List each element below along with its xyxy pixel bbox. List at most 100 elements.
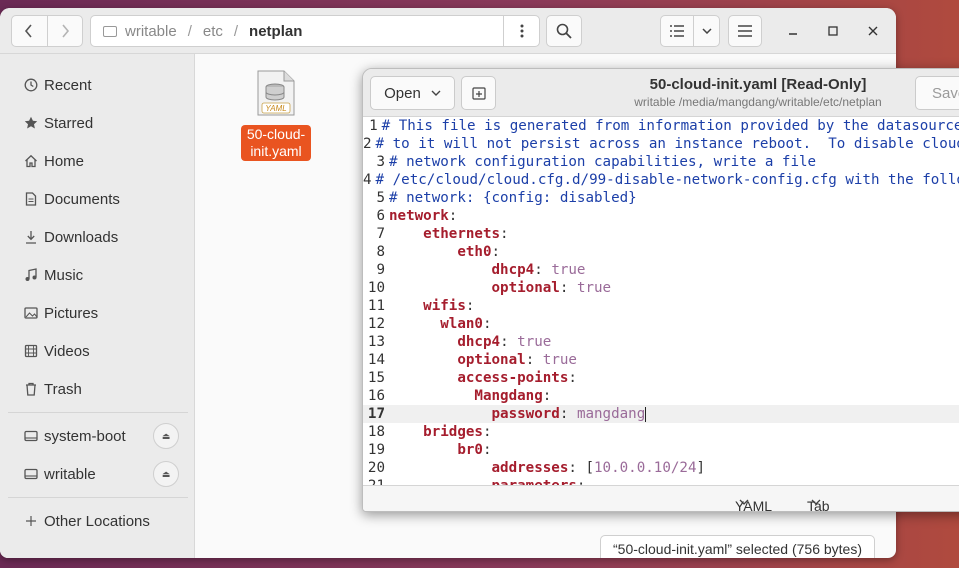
code-line[interactable]: 6 network: [363,207,959,225]
line-text: wifis: [389,297,474,315]
main-menu-button[interactable] [728,15,762,47]
sidebar-item-writable[interactable]: writable ⏏ [0,458,195,490]
code-line[interactable]: 15 access-points: [363,369,959,387]
punctuation-token: : [482,424,492,440]
code-line[interactable]: 11 wifis: [363,297,959,315]
hamburger-icon [738,25,752,37]
save-button-label: Save [932,84,959,102]
sidebar-item-trash[interactable]: Trash [0,373,195,405]
punctuation-token: : [568,370,577,386]
view-options-button[interactable] [693,16,719,46]
line-number: 4 [363,172,372,188]
sidebar-item-home[interactable]: Home [0,145,195,177]
sidebar-item-pictures[interactable]: Pictures [0,297,195,329]
maximize-icon [828,26,838,36]
view-toggle-group [660,15,720,47]
code-line[interactable]: 21 parameters: [363,477,959,485]
key-token: access-points [457,370,569,386]
maximize-button[interactable] [823,21,843,41]
code-line[interactable]: 12 wlan0: [363,315,959,333]
sidebar-item-documents[interactable]: Documents [0,183,195,215]
sidebar-divider [8,412,188,413]
close-button[interactable] [863,21,883,41]
search-button[interactable] [546,15,582,47]
sidebar-item-recent[interactable]: Recent [0,69,195,101]
eject-button[interactable]: ⏏ [153,461,179,487]
code-line[interactable]: 18 bridges: [363,423,959,441]
sidebar-item-other-locations[interactable]: Other Locations [0,505,195,537]
code-line[interactable]: 17 password: mangdang [363,405,959,423]
code-line[interactable]: 19 br0: [363,441,959,459]
code-line[interactable]: 4 # /etc/cloud/cloud.cfg.d/99-disable-net… [363,171,959,189]
code-line[interactable]: 10 optional: true [363,279,959,297]
line-number: 12 [367,316,385,332]
tab-width-selector[interactable]: Tab Width: 8 [807,492,830,511]
sidebar-item-music[interactable]: Music [0,259,195,291]
download-icon [18,230,44,244]
drive-icon [18,429,44,443]
eject-button[interactable]: ⏏ [153,423,179,449]
punctuation-token: : [542,388,552,404]
line-number: 11 [367,298,385,314]
vertical-dots-icon [520,24,523,38]
line-text: # This file is generated from informatio… [382,117,959,135]
editor-status-bar: YAML Tab Width: 8 [363,485,959,511]
save-button[interactable]: Save [915,76,959,110]
value-token: true [542,352,577,368]
path-segment-netplan[interactable]: netplan [249,23,302,40]
sidebar-item-label: Pictures [44,304,99,322]
comment-token: # to it will not persist across an insta… [375,136,959,152]
code-line[interactable]: 20 addresses: [10.0.0.10/24] [363,459,959,477]
code-line[interactable]: 8 eth0: [363,243,959,261]
line-text: Mangdang: [389,387,551,405]
line-text: dhcp4: true [389,261,586,279]
comment-token: # network: {config: disabled} [389,190,637,206]
open-button-label: Open [384,84,421,102]
chevron-down-icon [701,28,712,34]
sidebar-item-downloads[interactable]: Downloads [0,221,195,253]
new-tab-button[interactable] [461,76,496,110]
code-line[interactable]: 1 # This file is generated from informati… [363,117,959,135]
close-icon [868,26,878,36]
code-line[interactable]: 9 dhcp4: true [363,261,959,279]
code-line[interactable]: 16 Mangdang: [363,387,959,405]
file-item[interactable]: YAML 50-cloud-init.yaml [241,70,311,161]
code-line[interactable]: 13 dhcp4: true [363,333,959,351]
code-view[interactable]: 1 # This file is generated from informati… [363,117,959,485]
key-token: optional [457,352,526,368]
clock-icon [18,78,44,92]
sidebar-item-label: Starred [44,114,94,132]
line-number: 19 [367,442,385,458]
key-token: addresses [491,460,569,476]
value-token: 10.0.0.10/24 [594,460,697,476]
back-button[interactable] [12,16,47,46]
path-segment-writable[interactable]: writable [125,23,177,40]
open-button[interactable]: Open [370,76,455,110]
line-text: wlan0: [389,315,491,333]
line-number: 16 [367,388,385,404]
minimize-button[interactable] [783,21,803,41]
punctuation-token: : [482,442,492,458]
sidebar-item-label: Videos [44,342,90,360]
punctuation-token: : [448,208,458,224]
sidebar-item-starred[interactable]: Starred [0,107,195,139]
line-number: 6 [376,208,385,224]
sidebar-item-system-boot[interactable]: system-boot ⏏ [0,420,195,452]
files-headerbar: writable / etc / netplan [0,8,896,54]
minimize-icon [789,33,797,35]
code-line[interactable]: 7 ethernets: [363,225,959,243]
code-line[interactable]: 3 # network configuration capabilities, w… [363,153,959,171]
path-segment-etc[interactable]: etc [203,23,223,40]
code-line[interactable]: 5 # network: {config: disabled} [363,189,959,207]
line-number: 14 [367,352,385,368]
list-view-button[interactable] [661,25,693,37]
path-menu-button[interactable] [503,16,539,46]
line-text: password: mangdang [389,405,647,423]
star-icon [18,116,44,130]
forward-button[interactable] [46,16,83,46]
code-line[interactable]: 2 # to it will not persist across an inst… [363,135,959,153]
sidebar-item-videos[interactable]: Videos [0,335,195,367]
code-line[interactable]: 14 optional: true [363,351,959,369]
language-selector[interactable]: YAML [735,492,772,511]
line-number: 9 [376,262,385,278]
